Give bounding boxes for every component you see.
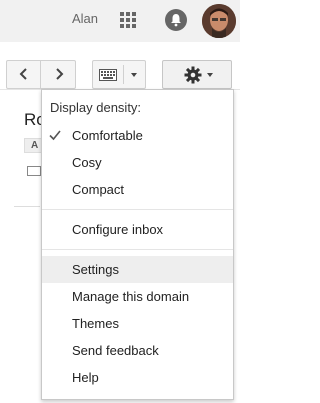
button-divider: [123, 65, 124, 84]
menu-item-label: Settings: [72, 262, 119, 277]
settings-button[interactable]: [162, 60, 232, 89]
menu-item-comfortable[interactable]: Comfortable: [42, 122, 233, 149]
menu-separator: [42, 249, 233, 250]
divider: [14, 206, 40, 207]
menu-item-label: Themes: [72, 316, 119, 331]
gear-icon: [184, 66, 202, 84]
caret-down-icon[interactable]: [131, 73, 137, 77]
chevron-left-icon: [19, 68, 27, 80]
menu-item-compact[interactable]: Compact: [42, 176, 233, 203]
density-header: Display density:: [50, 100, 142, 115]
menu-item-send-feedback[interactable]: Send feedback: [42, 337, 233, 364]
mail-icon: [27, 166, 41, 176]
menu-item-label: Help: [72, 370, 99, 385]
menu-item-manage-domain[interactable]: Manage this domain: [42, 283, 233, 310]
caret-down-icon: [207, 73, 213, 77]
menu-item-label: Cosy: [72, 155, 102, 170]
menu-item-label: Configure inbox: [72, 222, 164, 237]
user-name[interactable]: Alan: [72, 11, 98, 26]
menu-item-label: Compact: [72, 182, 125, 197]
menu-item-themes[interactable]: Themes: [42, 310, 233, 337]
keyboard-icon: [99, 69, 117, 81]
toolbar: [0, 42, 240, 90]
menu-item-settings[interactable]: Settings: [42, 256, 233, 283]
check-icon: [49, 130, 61, 141]
menu-item-help[interactable]: Help: [42, 364, 233, 391]
next-button[interactable]: [40, 60, 76, 89]
menu-item-cosy[interactable]: Cosy: [42, 149, 233, 176]
menu-separator: [42, 209, 233, 210]
menu-item-label: Send feedback: [72, 343, 159, 358]
settings-menu: Display density: Comfortable Cosy Compac…: [41, 89, 234, 400]
menu-item-configure-inbox[interactable]: Configure inbox: [42, 216, 233, 243]
previous-button[interactable]: [6, 60, 41, 89]
top-bar: Alan: [0, 0, 240, 42]
chevron-right-icon: [56, 68, 64, 80]
menu-item-label: Manage this domain: [72, 289, 190, 304]
bell-icon[interactable]: [165, 9, 187, 31]
apps-grid-icon[interactable]: [120, 12, 136, 28]
input-tools-button[interactable]: [92, 60, 146, 89]
avatar[interactable]: [202, 4, 236, 38]
menu-item-label: Comfortable: [72, 128, 143, 143]
